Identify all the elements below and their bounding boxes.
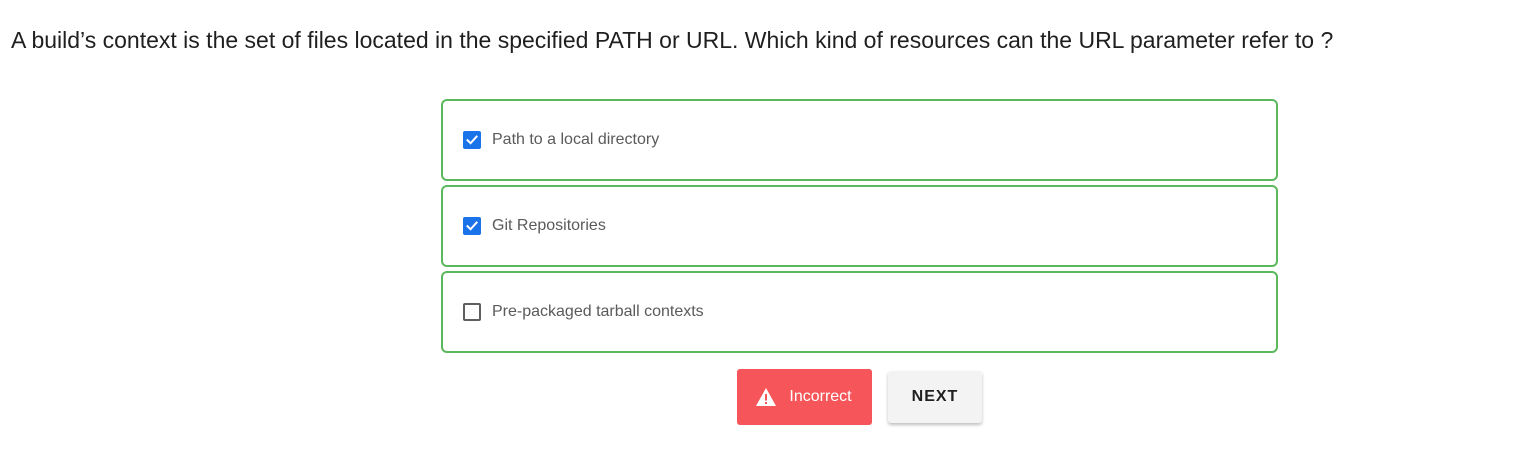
option-1[interactable]: Path to a local directory xyxy=(441,99,1278,181)
question-text: A build’s context is the set of files lo… xyxy=(11,27,1334,53)
checkmark-icon xyxy=(466,135,479,145)
checkmark-icon xyxy=(466,221,479,231)
option-2[interactable]: Git Repositories xyxy=(441,185,1278,267)
option-label: Path to a local directory xyxy=(492,131,660,148)
result-label: Incorrect xyxy=(789,388,852,405)
option-label: Pre-packaged tarball contexts xyxy=(492,303,704,320)
checkbox-checked[interactable] xyxy=(463,131,481,149)
checkbox-checked[interactable] xyxy=(463,217,481,235)
warning-icon xyxy=(756,388,777,406)
next-button[interactable]: NEXT xyxy=(888,371,982,423)
option-label: Git Repositories xyxy=(492,217,606,234)
answer-options: Path to a local directory Git Repositori… xyxy=(441,99,1278,357)
result-incorrect-badge: Incorrect xyxy=(737,369,872,425)
option-3[interactable]: Pre-packaged tarball contexts xyxy=(441,271,1278,353)
checkbox-unchecked[interactable] xyxy=(463,303,481,321)
